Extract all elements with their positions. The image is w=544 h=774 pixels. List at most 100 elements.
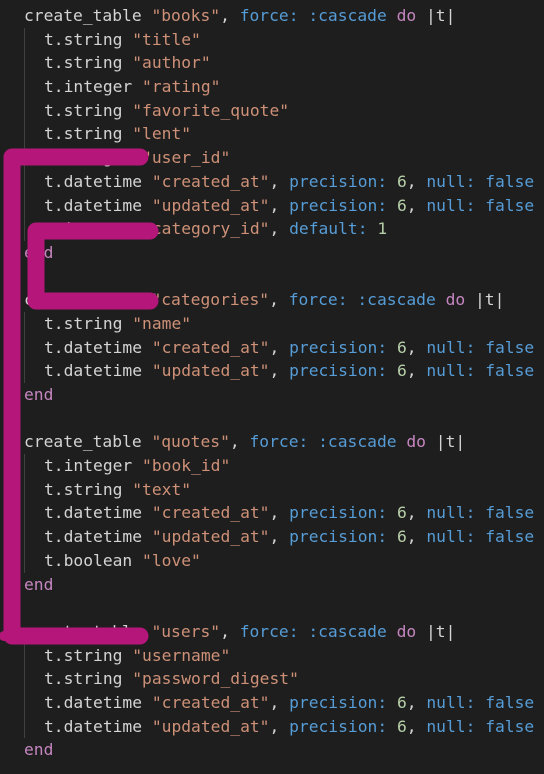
column-name-string: "updated_at" <box>151 195 270 215</box>
option-boolean: false <box>485 195 535 215</box>
option-symbol: :cascade <box>357 290 436 310</box>
code-line[interactable]: t.datetime "created_at", precision: 6, n… <box>0 501 544 526</box>
column-name-string: "updated_at" <box>151 716 270 736</box>
code-editor[interactable]: create_table "books", force: :cascade do… <box>0 0 544 774</box>
create-table-call: create_table <box>24 432 142 452</box>
option-number: 6 <box>396 503 407 523</box>
option-key: precision: <box>289 195 388 215</box>
column-name-string: "created_at" <box>151 692 270 712</box>
column-name-string: "updated_at" <box>151 527 270 547</box>
code-line[interactable]: t.datetime "updated_at", precision: 6, n… <box>0 714 544 739</box>
option-boolean: false <box>485 171 535 191</box>
indent-guide <box>24 501 25 526</box>
indent-guide <box>24 667 25 691</box>
code-line[interactable]: end <box>0 738 544 762</box>
indent-guide <box>24 98 25 123</box>
column-name-string: "created_at" <box>151 503 270 523</box>
code-line[interactable]: create_table "categories", force: :casca… <box>0 288 544 312</box>
blank-line[interactable] <box>0 407 544 431</box>
code-line[interactable]: t.boolean "love" <box>0 548 544 573</box>
code-line[interactable]: t.datetime "updated_at", precision: 6, n… <box>0 359 544 383</box>
option-key: precision: <box>289 361 388 381</box>
column-type-call: t.datetime <box>44 716 143 736</box>
column-type-call: t.string <box>44 313 123 333</box>
code-line[interactable]: t.integer "user_id" <box>0 146 544 170</box>
indent-guide <box>24 122 25 147</box>
column-type-call: t.integer <box>44 219 133 239</box>
code-area[interactable]: create_table "books", force: :cascade do… <box>0 4 544 762</box>
option-number: 6 <box>396 527 407 547</box>
column-type-call: t.integer <box>44 148 133 168</box>
indent-guide <box>24 643 25 668</box>
column-name-string: "author" <box>132 53 211 73</box>
code-line[interactable]: t.string "name" <box>0 311 544 336</box>
do-keyword: do <box>406 432 426 452</box>
column-type-call: t.datetime <box>44 171 143 191</box>
indent-guide <box>24 477 25 502</box>
option-key: precision: <box>289 692 388 712</box>
code-line[interactable]: t.integer "book_id" <box>0 454 544 478</box>
column-type-call: t.datetime <box>44 503 143 523</box>
code-line[interactable]: end <box>0 383 544 407</box>
option-boolean: false <box>485 716 535 736</box>
table-name-string: "quotes" <box>151 432 230 452</box>
code-line[interactable]: t.datetime "created_at", precision: 6, n… <box>0 335 544 360</box>
option-key: null: <box>426 692 476 712</box>
column-name-string: "created_at" <box>151 171 270 191</box>
code-line[interactable]: t.string "lent" <box>0 122 544 147</box>
indent-guide <box>24 525 25 549</box>
code-line[interactable]: t.integer "rating" <box>0 75 544 99</box>
code-line[interactable]: t.datetime "updated_at", precision: 6, n… <box>0 525 544 549</box>
option-key: null: <box>426 527 476 547</box>
code-line[interactable]: create_table "users", force: :cascade do… <box>0 620 544 644</box>
code-line[interactable]: t.string "author" <box>0 51 544 76</box>
option-number: 6 <box>396 171 407 191</box>
option-key: null: <box>426 195 476 215</box>
column-name-string: "username" <box>132 645 231 665</box>
end-keyword: end <box>24 574 54 594</box>
column-name-string: "user_id" <box>142 148 231 168</box>
column-name-string: "book_id" <box>142 456 231 476</box>
indent-guide <box>24 311 25 336</box>
column-type-call: t.integer <box>44 456 133 476</box>
code-line[interactable]: t.string "password_digest" <box>0 667 544 691</box>
code-line[interactable]: t.datetime "created_at", precision: 6, n… <box>0 690 544 715</box>
indent-guide <box>24 75 25 99</box>
option-boolean: false <box>485 692 535 712</box>
blank-line[interactable] <box>0 596 544 620</box>
code-line[interactable]: create_table "books", force: :cascade do… <box>0 4 544 28</box>
option-key: force: <box>239 6 299 25</box>
code-line[interactable]: t.datetime "created_at", precision: 6, n… <box>0 169 544 194</box>
option-boolean: false <box>485 503 535 523</box>
create-table-call: create_table <box>24 290 142 310</box>
option-key: force: <box>249 432 309 452</box>
code-line[interactable]: t.datetime "updated_at", precision: 6, n… <box>0 193 544 218</box>
code-line[interactable]: end <box>0 241 544 265</box>
option-key: null: <box>426 337 476 357</box>
do-keyword: do <box>396 621 417 641</box>
option-boolean: false <box>485 337 535 357</box>
column-name-string: "text" <box>132 479 192 499</box>
column-type-call: t.string <box>44 53 123 73</box>
code-line[interactable]: create_table "quotes", force: :cascade d… <box>0 430 544 454</box>
indent-guide <box>24 690 25 715</box>
option-symbol: :cascade <box>318 432 397 452</box>
code-line[interactable]: t.string "text" <box>0 477 544 502</box>
column-type-call: t.integer <box>44 77 133 97</box>
column-name-string: "updated_at" <box>151 361 270 381</box>
code-line[interactable]: t.string "favorite_quote" <box>0 98 544 123</box>
blank-line[interactable] <box>0 265 544 289</box>
code-line[interactable]: t.string "username" <box>0 643 544 668</box>
code-line[interactable]: t.string "title" <box>0 27 544 52</box>
end-keyword: end <box>24 385 54 404</box>
column-type-call: t.datetime <box>44 337 143 357</box>
option-number: 1 <box>377 219 388 239</box>
column-type-call: t.datetime <box>44 361 143 381</box>
column-type-call: t.string <box>44 29 123 49</box>
block-param: |t| <box>425 6 456 25</box>
option-key: precision: <box>289 171 388 191</box>
code-line[interactable]: end <box>0 573 544 597</box>
column-name-string: "password_digest" <box>132 669 299 689</box>
code-line[interactable]: t.integer "category_id", default: 1 <box>0 217 544 241</box>
do-keyword: do <box>396 6 417 25</box>
